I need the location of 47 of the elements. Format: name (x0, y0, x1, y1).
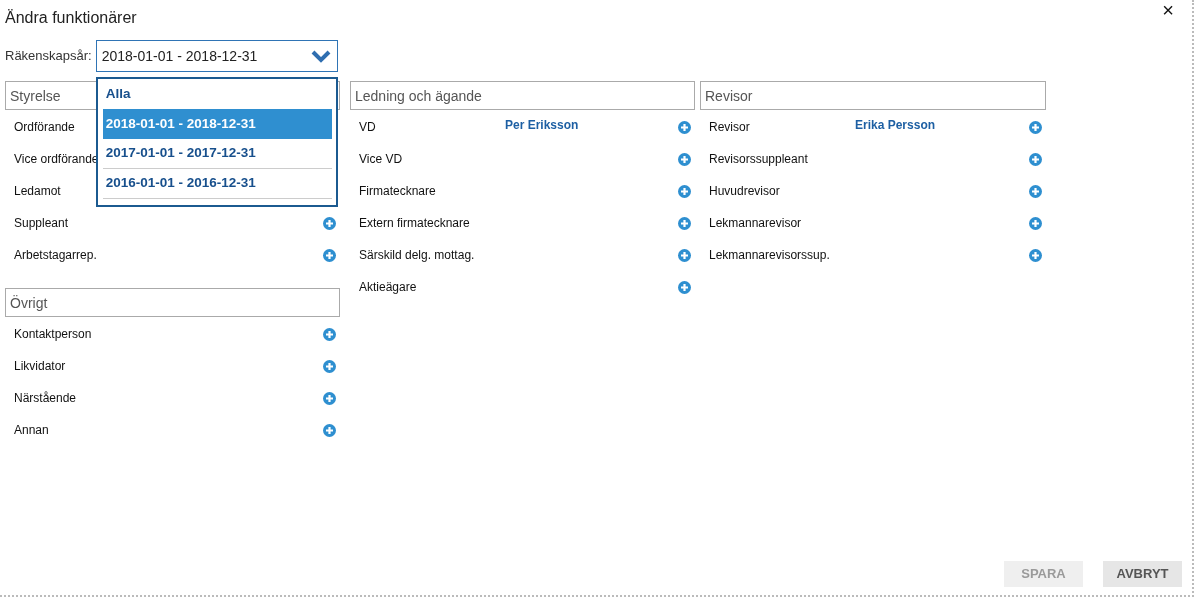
role-label: Huvudrevisor (709, 183, 780, 200)
add-button[interactable] (323, 392, 336, 405)
add-button[interactable] (1029, 153, 1042, 166)
add-button[interactable] (323, 217, 336, 230)
role-label: Likvidator (14, 358, 66, 375)
close-button[interactable]: × (1160, 0, 1176, 20)
role-label: Aktieägare (359, 279, 417, 296)
role-label: Annan (14, 422, 49, 439)
add-button[interactable] (678, 217, 691, 230)
add-button[interactable] (323, 249, 336, 262)
add-button[interactable] (1029, 217, 1042, 230)
section-header: Ledning och ägande (350, 81, 695, 110)
chevron-down-icon (310, 49, 331, 63)
add-button[interactable] (678, 185, 691, 198)
role-label: Vice VD (359, 151, 403, 168)
add-button[interactable] (1029, 121, 1042, 134)
person-link[interactable]: Erika Persson (855, 116, 936, 134)
role-label: Närstående (14, 390, 77, 407)
role-label: Revisor (709, 119, 750, 136)
add-button[interactable] (678, 121, 691, 134)
add-button[interactable] (1029, 185, 1042, 198)
footer-button[interactable]: AVBRYT (1103, 561, 1182, 587)
role-label: Kontaktperson (14, 326, 92, 343)
role-label: Ledamot (14, 183, 61, 200)
role-label: Firmatecknare (359, 183, 436, 200)
field-label: Räkenskapsår: (5, 47, 92, 66)
role-label: Särskild delg. mottag. (359, 247, 475, 264)
add-button[interactable] (323, 360, 336, 373)
dialog-title: Ändra funktionärer (5, 8, 137, 28)
role-label: VD (359, 119, 376, 136)
add-button[interactable] (678, 249, 691, 262)
role-label: Extern firmatecknare (359, 215, 470, 232)
role-label: Arbetstagarrep. (14, 247, 97, 264)
add-button[interactable] (323, 328, 336, 341)
role-label: Lekmannarevisor (709, 215, 802, 232)
dropdown-option[interactable]: 2018-01-01 - 2018-12-31 (102, 109, 332, 139)
add-button[interactable] (678, 153, 691, 166)
add-button[interactable] (1029, 249, 1042, 262)
section-header: Revisor (700, 81, 1046, 110)
person-link[interactable]: Per Eriksson (505, 116, 579, 134)
role-label: Suppleant (14, 215, 69, 232)
role-label: Lekmannarevisorssup. (709, 247, 830, 264)
role-label: Revisorssuppleant (709, 151, 808, 168)
add-button[interactable] (678, 281, 691, 294)
role-label: Ordförande (14, 119, 75, 136)
add-button[interactable] (323, 424, 336, 437)
section-header: Övrigt (5, 288, 340, 317)
